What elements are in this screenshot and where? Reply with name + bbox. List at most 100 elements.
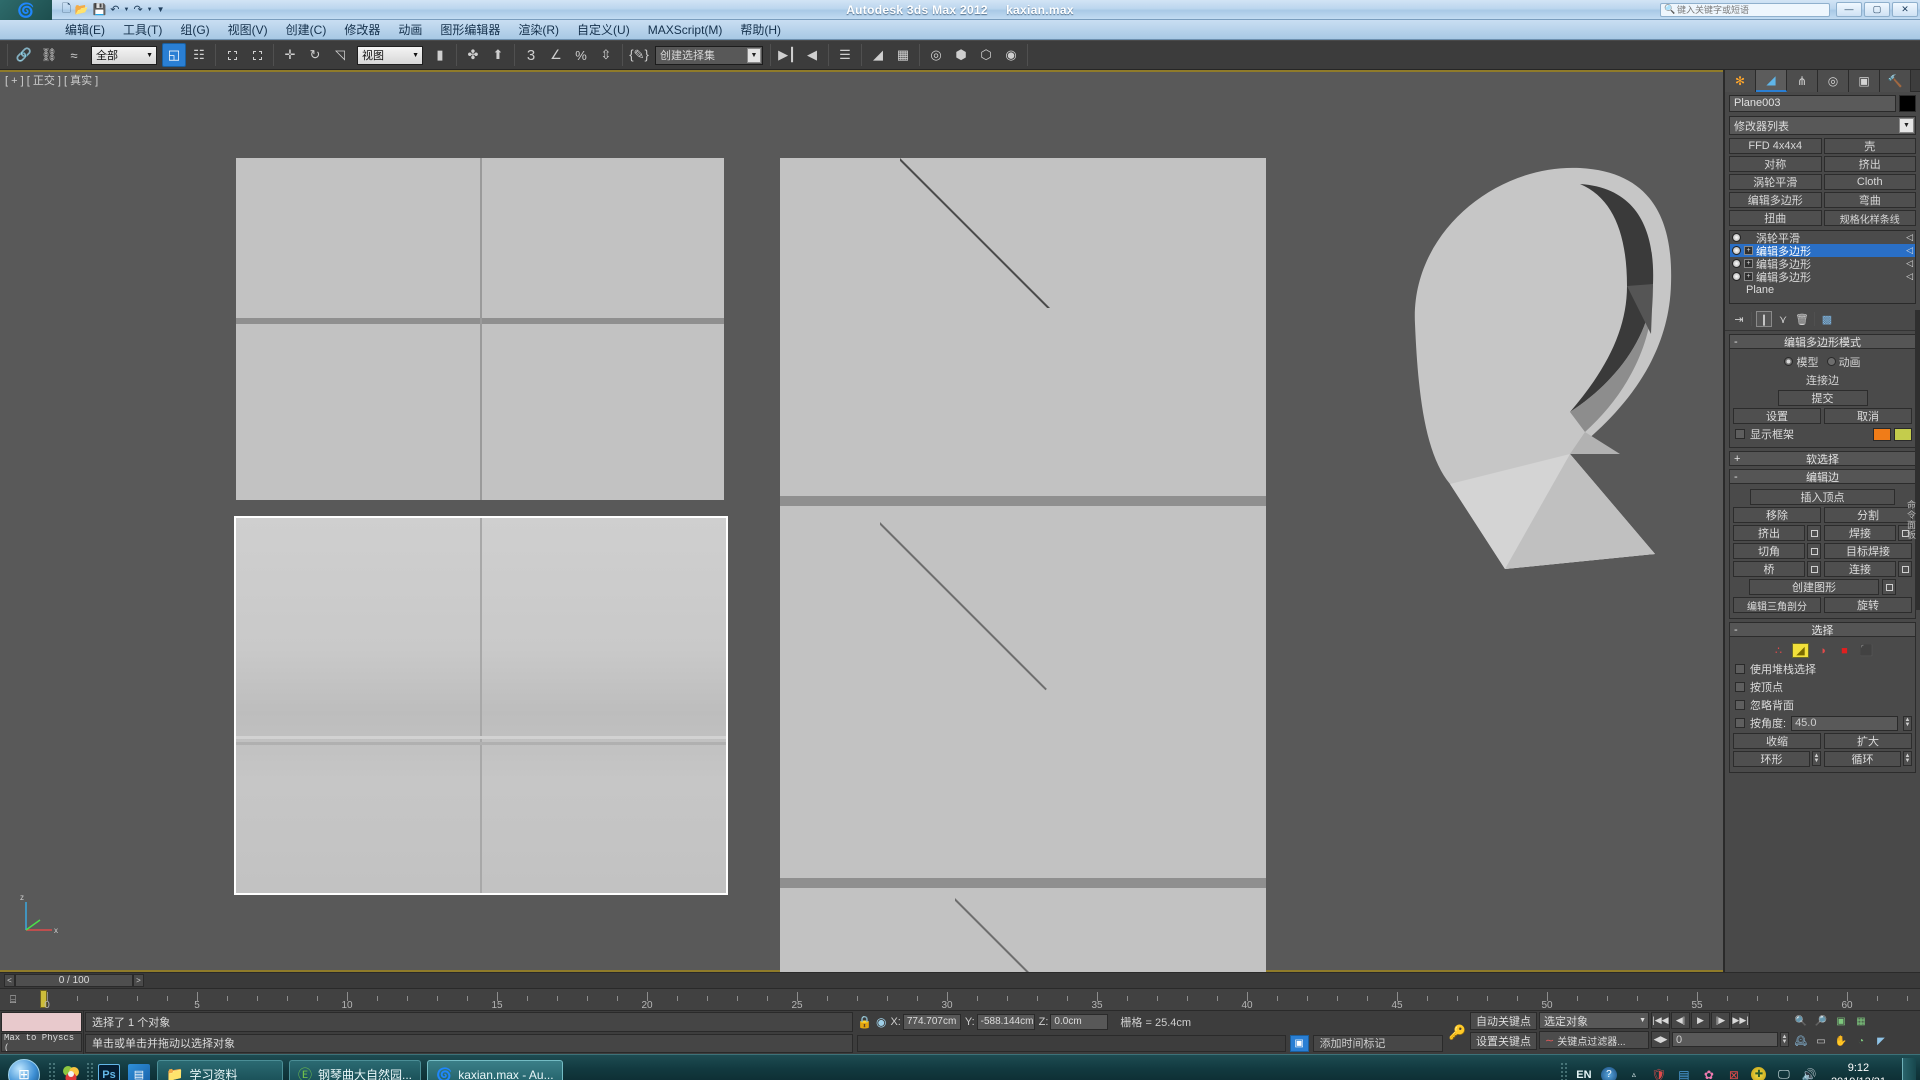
selection-lock-icon[interactable]: 🔒 — [857, 1015, 872, 1029]
menu-item-create[interactable]: 创建(C) — [277, 20, 336, 39]
prev-frame-button[interactable]: ◀| — [1671, 1012, 1690, 1029]
pan-button[interactable]: ✋ — [1831, 1032, 1851, 1050]
zoom-extents-all-button[interactable]: ▦ — [1851, 1012, 1871, 1030]
flower-app-icon[interactable]: ✿ — [1700, 1066, 1718, 1080]
coord-y[interactable]: Y: -588.144cm — [965, 1013, 1035, 1030]
viewport-label[interactable]: [ + ] [ 正交 ] [ 真实 ] — [5, 72, 98, 88]
percent-snap-toggle-icon[interactable]: % — [569, 43, 593, 67]
menu-item-edit[interactable]: 编辑(E) — [56, 20, 114, 39]
vertex-select-icon[interactable]: ∴ — [1770, 643, 1787, 658]
angle-snap-toggle-icon[interactable]: ∠ — [544, 43, 568, 67]
material-editor-icon[interactable]: ◎ — [924, 43, 948, 67]
customize-qat-icon[interactable]: ▼ — [157, 5, 165, 14]
rollout-toggle-icon[interactable]: + — [1734, 453, 1740, 465]
zoom-extents-button[interactable]: ▣ — [1831, 1012, 1851, 1030]
close-button[interactable]: ✕ — [1892, 2, 1918, 17]
create-tab[interactable]: ✻ — [1725, 70, 1756, 92]
new-file-icon[interactable]: 🗋 — [62, 0, 71, 19]
save-file-icon[interactable]: 💾 — [93, 3, 107, 16]
mini-curve-editor-icon[interactable]: ⌸ — [0, 990, 26, 1010]
current-frame-field[interactable]: 0 — [1672, 1032, 1778, 1047]
prev-frame-arrow[interactable]: < — [4, 974, 15, 987]
firefox-icon[interactable] — [56, 1060, 86, 1080]
bridge-settings-button[interactable] — [1807, 561, 1821, 577]
key-mode-toggle-icon[interactable]: 🔑 — [1449, 1024, 1466, 1041]
volume-icon[interactable]: 🔊 — [1800, 1066, 1818, 1080]
loop-button[interactable]: 循环 — [1824, 751, 1901, 767]
rollout-header[interactable]: - 选择 — [1729, 622, 1916, 637]
extrude-button[interactable]: 挤出 — [1733, 525, 1805, 541]
modifier-button-turbosmooth[interactable]: 涡轮平滑 — [1729, 174, 1822, 190]
snaps-toggle-icon[interactable]: ⬆ — [486, 43, 510, 67]
track-bar-ruler[interactable]: 0 5 10 15 20 25 30 35 40 45 50 55 60 — [26, 988, 1920, 1011]
light-bulb-icon[interactable] — [1732, 259, 1741, 268]
ime-language-indicator[interactable]: EN — [1575, 1066, 1593, 1080]
key-filters-button[interactable]: ∼ 关键点过滤器... — [1539, 1031, 1649, 1049]
by-angle-field[interactable]: 45.0 — [1791, 715, 1898, 731]
zoom-all-button[interactable]: 🔎 — [1811, 1012, 1831, 1030]
cage-color-swatch-2[interactable] — [1894, 427, 1912, 441]
layer-manager-icon[interactable]: ☰ — [833, 43, 857, 67]
cage-color-swatch-1[interactable] — [1873, 427, 1891, 441]
menu-item-views[interactable]: 视图(V) — [219, 20, 277, 39]
clock[interactable]: 9:12 2019/12/31 — [1825, 1061, 1892, 1080]
time-tag-toggle-icon[interactable]: ▣ — [1289, 1034, 1309, 1052]
coord-z-field[interactable]: 0.0cm — [1050, 1013, 1109, 1030]
named-selection-set-dropdown[interactable]: 创建选择集 ▼ — [655, 45, 763, 65]
rectangular-selection-region-icon[interactable] — [220, 43, 244, 67]
menu-item-rendering[interactable]: 渲染(R) — [509, 20, 568, 39]
ignore-backfacing-row[interactable]: 忽略背面 — [1735, 697, 1912, 713]
menu-item-tools[interactable]: 工具(T) — [114, 20, 171, 39]
select-and-move-icon[interactable]: ✛ — [278, 43, 302, 67]
display-tab[interactable]: ▣ — [1849, 70, 1880, 92]
radio-animate[interactable]: 动画 — [1826, 354, 1861, 370]
time-slider-handle[interactable]: 0 / 100 — [15, 974, 133, 987]
modifier-button-symmetry[interactable]: 对称 — [1729, 156, 1822, 172]
object-color-swatch[interactable] — [1899, 95, 1916, 112]
create-shape-button[interactable]: 创建图形 — [1749, 579, 1879, 595]
antivirus-icon[interactable]: 🛡 — [1650, 1066, 1668, 1080]
edit-named-selection-sets-icon[interactable]: {✎} — [627, 43, 651, 67]
command-panel-scrollbar[interactable] — [1915, 310, 1920, 610]
menu-item-group[interactable]: 组(G) — [171, 20, 218, 39]
monitor-icon[interactable]: 🖵 — [1775, 1066, 1793, 1080]
render-setup-icon[interactable]: ⬢ — [949, 43, 973, 67]
modifier-button-ffd[interactable]: FFD 4x4x4 — [1729, 138, 1822, 154]
redo-dropdown-icon[interactable]: ▼ — [147, 7, 153, 13]
loop-spinner[interactable]: ▲ ▼ — [1903, 751, 1912, 766]
stack-item-edit-poly-3[interactable]: + 编辑多边形 ◁ — [1730, 270, 1915, 284]
reference-coordinate-dropdown[interactable]: 视图 ▼ — [357, 45, 423, 65]
motion-tab[interactable]: ◎ — [1818, 70, 1849, 92]
modifier-button-shell[interactable]: 壳 — [1823, 138, 1916, 154]
update-icon[interactable]: ✚ — [1750, 1066, 1768, 1080]
media-player-icon[interactable]: ▤ — [124, 1060, 154, 1080]
network-disconnected-icon[interactable]: ⊠ — [1725, 1066, 1743, 1080]
configure-modifier-sets-icon[interactable]: ▩ — [1819, 311, 1835, 327]
modifier-button-normalize-spline[interactable]: 规格化样条线 — [1823, 210, 1916, 226]
tray-handle[interactable] — [1559, 1061, 1568, 1080]
commit-button[interactable]: 提交 — [1777, 390, 1868, 406]
rollout-header[interactable]: - 编辑边 — [1729, 469, 1916, 484]
select-and-manipulate-icon[interactable]: ✤ — [461, 43, 485, 67]
cancel-button[interactable]: 取消 — [1824, 408, 1912, 424]
use-stack-selection-checkbox[interactable] — [1735, 664, 1745, 674]
taskbar-item-3dsmax[interactable]: 🌀 kaxian.max - Au... — [427, 1059, 563, 1080]
track-bar[interactable]: ⌸ 0 5 10 15 20 25 30 35 40 45 50 55 60 — [0, 988, 1920, 1011]
modifier-button-extrude[interactable]: 挤出 — [1823, 156, 1916, 172]
orbit-button[interactable]: ◔ — [1851, 1032, 1871, 1050]
menu-item-maxscript[interactable]: MAXScript(M) — [639, 22, 732, 38]
use-stack-selection-row[interactable]: 使用堆栈选择 — [1735, 661, 1912, 677]
modifier-stack-list[interactable]: + 涡轮平滑 ◁ + 编辑多边形 ◁ + 编辑多边形 ◁ + 编辑多边形 ◁ — [1729, 230, 1916, 304]
select-by-name-icon[interactable]: ☷ — [187, 43, 211, 67]
next-frame-arrow[interactable]: > — [133, 974, 144, 987]
pin-stack-icon[interactable]: ⇥ — [1731, 311, 1747, 327]
select-and-rotate-icon[interactable]: ↻ — [303, 43, 327, 67]
expand-icon[interactable]: + — [1744, 246, 1753, 255]
radio-model[interactable]: 模型 — [1784, 354, 1819, 370]
expand-icon[interactable]: + — [1744, 272, 1753, 281]
goto-start-button[interactable]: |◀◀ — [1651, 1012, 1670, 1029]
edit-triangulation-button[interactable]: 编辑三角剖分 — [1733, 597, 1821, 613]
rendered-frame-window-icon[interactable]: ⬡ — [974, 43, 998, 67]
start-button[interactable]: ⊞ — [0, 1056, 48, 1080]
chamfer-button[interactable]: 切角 — [1733, 543, 1805, 559]
